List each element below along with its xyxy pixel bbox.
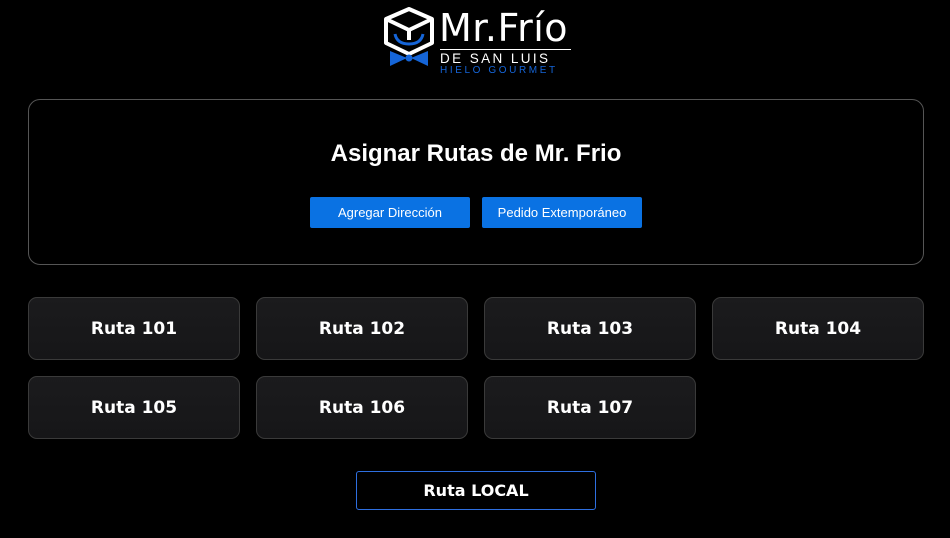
- route-103-button[interactable]: Ruta 103: [484, 297, 696, 360]
- route-101-button[interactable]: Ruta 101: [28, 297, 240, 360]
- brand-tagline: HIELO GOURMET: [440, 65, 558, 76]
- brand-logo: Mr.Frío DE SAN LUIS HIELO GOURMET: [381, 6, 573, 78]
- brand-name: Mr.Frío: [439, 6, 569, 50]
- add-address-button[interactable]: Agregar Dirección: [310, 197, 470, 228]
- page-title: Asignar Rutas de Mr. Frio: [330, 140, 622, 167]
- route-102-button[interactable]: Ruta 102: [256, 297, 468, 360]
- extemporaneous-order-button[interactable]: Pedido Extemporáneo: [482, 197, 642, 228]
- route-107-button[interactable]: Ruta 107: [484, 376, 696, 439]
- route-105-button[interactable]: Ruta 105: [28, 376, 240, 439]
- route-local-button[interactable]: Ruta LOCAL: [356, 471, 596, 510]
- brand-divider: [440, 49, 571, 50]
- assign-routes-panel: Asignar Rutas de Mr. Frio Agregar Direcc…: [28, 99, 924, 265]
- ice-cube-icon: [384, 7, 434, 66]
- route-104-button[interactable]: Ruta 104: [712, 297, 924, 360]
- brand-subtitle: DE SAN LUIS: [440, 51, 551, 66]
- route-106-button[interactable]: Ruta 106: [256, 376, 468, 439]
